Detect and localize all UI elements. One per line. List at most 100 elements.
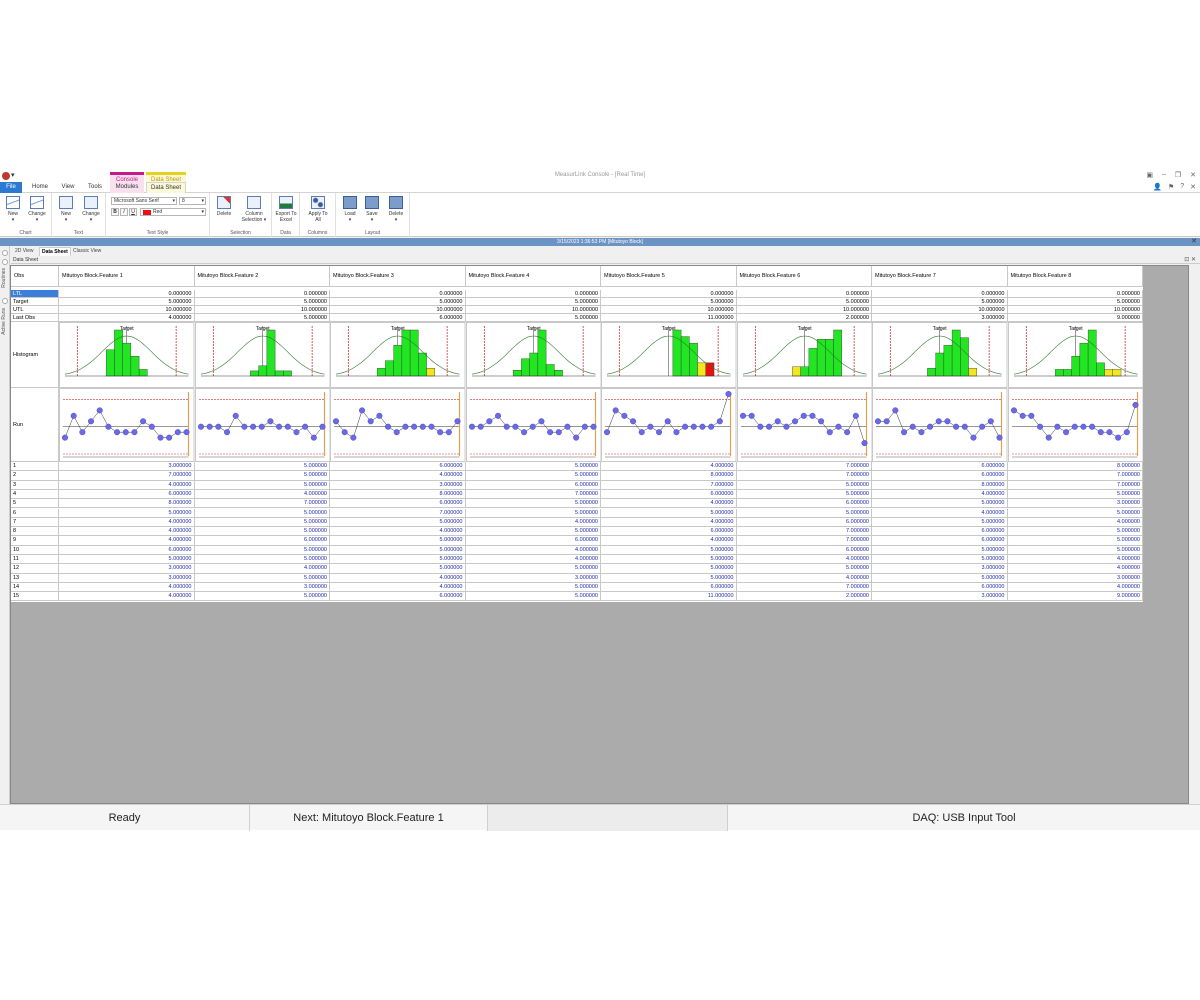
observation-cell[interactable]: 5.000000: [465, 508, 601, 518]
observation-cell[interactable]: 5.000000: [330, 536, 466, 546]
observation-cell[interactable]: 5.000000: [736, 480, 872, 490]
observation-cell[interactable]: 3.000000: [59, 462, 195, 472]
observation-cell[interactable]: 4.000000: [59, 582, 195, 593]
observation-cell[interactable]: 4.000000: [601, 517, 737, 528]
observation-cell[interactable]: 4.000000: [330, 471, 466, 481]
observation-cell[interactable]: 7.000000: [330, 508, 466, 518]
histogram-chart[interactable]: Target: [872, 322, 1008, 388]
tab-2d-view[interactable]: 2D View: [13, 247, 36, 256]
tab-data-sheet[interactable]: Data Sheet: [146, 182, 186, 193]
observation-cell[interactable]: 6.000000: [330, 592, 466, 602]
observation-row-header[interactable]: 15: [11, 592, 59, 602]
selection-delete-button[interactable]: Delete: [212, 196, 236, 217]
restore-layout-icon[interactable]: ▣: [1146, 171, 1153, 179]
data-sheet-grid-area[interactable]: Obs Mitutoyo Block.Feature 1 Mitutoyo Bloc…: [10, 265, 1189, 804]
feature-column-header[interactable]: Mitutoyo Block.Feature 5: [601, 266, 737, 287]
observation-cell[interactable]: 5.000000: [1007, 508, 1143, 518]
histogram-chart[interactable]: Target: [194, 322, 331, 388]
observation-cell[interactable]: 3.000000: [1007, 573, 1143, 583]
observation-cell[interactable]: 4.000000: [1007, 564, 1143, 574]
observation-cell[interactable]: 4.000000: [736, 555, 872, 565]
spec-cell-last[interactable]: 11.000000: [601, 314, 737, 322]
spec-cell-utl[interactable]: 10.000000: [194, 306, 330, 314]
feature-column-header[interactable]: Mitutoyo Block.Feature 1: [59, 266, 195, 287]
observation-cell[interactable]: 5.000000: [601, 573, 737, 583]
observation-cell[interactable]: 6.000000: [601, 489, 737, 500]
column-selection-button[interactable]: Column Selection ▾: [238, 196, 270, 223]
observation-cell[interactable]: 6.000000: [194, 536, 330, 546]
feature-column-header[interactable]: Mitutoyo Block.Feature 3: [330, 266, 466, 287]
observation-row-header[interactable]: 3: [11, 480, 59, 490]
spec-cell-last[interactable]: 9.000000: [1007, 314, 1143, 322]
observation-cell[interactable]: 8.000000: [872, 480, 1008, 490]
observation-row-header[interactable]: 10: [11, 545, 59, 555]
observation-cell[interactable]: 5.000000: [872, 517, 1008, 528]
close-document-icon[interactable]: ✕: [1190, 183, 1196, 191]
observation-cell[interactable]: 7.000000: [736, 471, 872, 481]
observation-cell[interactable]: 6.000000: [872, 536, 1008, 546]
observation-cell[interactable]: 2.000000: [736, 592, 872, 602]
chart-new-button[interactable]: New ▾: [1, 196, 25, 223]
observation-cell[interactable]: 7.000000: [736, 462, 872, 472]
row-header-ltl[interactable]: LTL: [11, 290, 59, 298]
observation-cell[interactable]: 4.000000: [194, 564, 330, 574]
observation-cell[interactable]: 5.000000: [194, 480, 330, 490]
font-color-select[interactable]: Red ▾: [140, 208, 206, 216]
observation-cell[interactable]: 5.000000: [872, 499, 1008, 509]
chart-change-button[interactable]: Change ▾: [25, 196, 49, 223]
layout-save-button[interactable]: Save ▾: [360, 196, 384, 223]
text-change-button[interactable]: Change ▾: [79, 196, 103, 223]
observation-cell[interactable]: 4.000000: [465, 517, 601, 528]
observation-cell[interactable]: 5.000000: [194, 462, 330, 472]
pane-pin-close-icon[interactable]: ⊡ ✕: [1184, 256, 1196, 264]
observation-cell[interactable]: 5.000000: [194, 555, 330, 565]
observation-cell[interactable]: 6.000000: [465, 536, 601, 546]
observation-cell[interactable]: 4.000000: [330, 582, 466, 593]
observation-row-header[interactable]: 1: [11, 462, 59, 472]
observation-cell[interactable]: 6.000000: [601, 527, 737, 537]
observation-cell[interactable]: 4.000000: [465, 545, 601, 555]
underline-button[interactable]: U: [129, 208, 137, 216]
observation-cell[interactable]: 4.000000: [601, 462, 737, 472]
tab-data-sheet-view[interactable]: Data Sheet: [39, 247, 71, 256]
row-header-last[interactable]: Last Obs: [11, 314, 59, 322]
tab-home[interactable]: Home: [26, 182, 54, 193]
observation-cell[interactable]: 4.000000: [59, 517, 195, 528]
observation-cell[interactable]: 4.000000: [465, 555, 601, 565]
spec-cell-utl[interactable]: 10.000000: [330, 306, 466, 314]
observation-row-header[interactable]: 7: [11, 517, 59, 528]
observation-cell[interactable]: 5.000000: [330, 555, 466, 565]
feature-column-header[interactable]: Mitutoyo Block.Feature 7: [872, 266, 1008, 287]
spec-cell-target[interactable]: 5.000000: [1007, 298, 1143, 306]
observation-cell[interactable]: 5.000000: [1007, 536, 1143, 546]
spec-cell-target[interactable]: 5.000000: [330, 298, 466, 306]
tab-file[interactable]: File: [0, 182, 22, 193]
observation-row-header[interactable]: 2: [11, 471, 59, 481]
spec-cell-target[interactable]: 5.000000: [601, 298, 737, 306]
panel-refresh-icon[interactable]: [2, 259, 8, 265]
active-runs-tab[interactable]: Active Runs: [1, 308, 7, 335]
observation-row-header[interactable]: 6: [11, 508, 59, 518]
maximize-icon[interactable]: ❐: [1175, 171, 1181, 179]
spec-cell-utl[interactable]: 10.000000: [736, 306, 872, 314]
observation-cell[interactable]: 5.000000: [194, 517, 330, 528]
apply-to-all-button[interactable]: Apply To All: [306, 196, 330, 223]
observation-cell[interactable]: 6.000000: [601, 582, 737, 593]
histogram-chart[interactable]: Target: [1007, 322, 1144, 388]
observation-cell[interactable]: 6.000000: [872, 527, 1008, 537]
observation-cell[interactable]: 9.000000: [1007, 592, 1143, 602]
observation-cell[interactable]: 6.000000: [330, 499, 466, 509]
observation-cell[interactable]: 8.000000: [1007, 462, 1143, 472]
data-sheet-grid[interactable]: Obs Mitutoyo Block.Feature 1 Mitutoyo Bloc…: [11, 266, 1143, 602]
observation-row-header[interactable]: 11: [11, 555, 59, 565]
close-icon[interactable]: ✕: [1190, 171, 1196, 179]
spec-cell-target[interactable]: 5.000000: [736, 298, 872, 306]
observation-cell[interactable]: 6.000000: [736, 517, 872, 528]
observation-cell[interactable]: 5.000000: [194, 545, 330, 555]
observation-cell[interactable]: 5.000000: [194, 508, 330, 518]
spec-cell-target[interactable]: 5.000000: [465, 298, 601, 306]
row-header-target[interactable]: Target: [11, 298, 59, 306]
observation-cell[interactable]: 4.000000: [1007, 517, 1143, 528]
spec-cell-last[interactable]: 4.000000: [59, 314, 195, 322]
row-header-hist[interactable]: Histogram: [11, 322, 59, 388]
